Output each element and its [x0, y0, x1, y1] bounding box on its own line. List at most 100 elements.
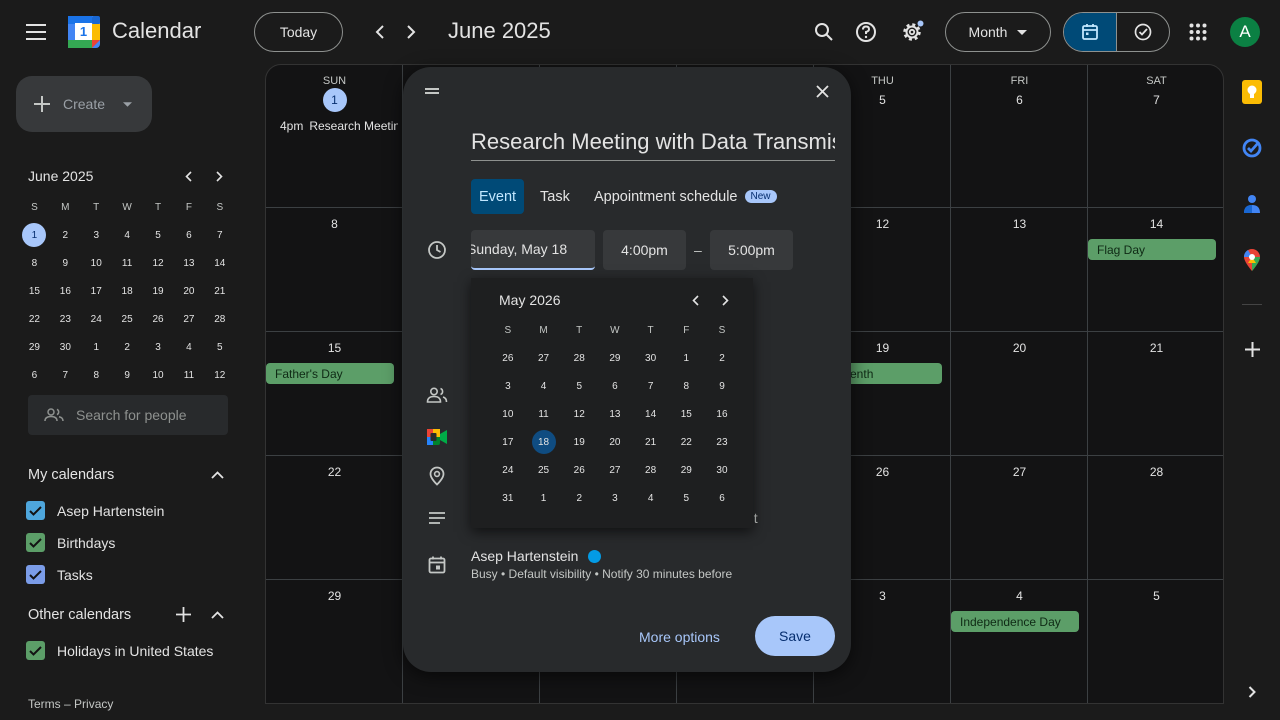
picker-day[interactable]: 30 [633, 344, 669, 372]
picker-day[interactable]: 4 [526, 372, 562, 400]
picker-day[interactable]: 21 [633, 428, 669, 456]
picker-day[interactable]: 19 [561, 428, 597, 456]
day-number[interactable]: 29 [266, 589, 403, 603]
picker-day[interactable]: 5 [668, 484, 704, 512]
picker-day[interactable]: 12 [561, 400, 597, 428]
day-number[interactable]: 21 [1088, 341, 1223, 355]
picker-day[interactable]: 3 [490, 372, 526, 400]
mini-day[interactable]: 12 [143, 249, 174, 277]
mini-prev-month-button[interactable] [176, 164, 200, 188]
picker-day[interactable]: 25 [526, 456, 562, 484]
calendar-item-asep[interactable]: Asep Hartenstein [26, 501, 164, 520]
picker-day[interactable]: 11 [526, 400, 562, 428]
calendar-item-holidays-us[interactable]: Holidays in United States [26, 641, 213, 660]
event-chip-independence-day[interactable]: Independence Day [951, 611, 1079, 632]
day-number-today[interactable]: 1 [266, 88, 403, 112]
picker-day[interactable]: 1 [526, 484, 562, 512]
mini-day[interactable]: 7 [50, 361, 81, 389]
checkbox-icon[interactable] [26, 565, 45, 584]
today-button[interactable]: Today [254, 12, 343, 52]
tasks-view-toggle[interactable] [1117, 13, 1169, 51]
expand-side-panel-button[interactable] [1238, 678, 1266, 706]
picker-day[interactable]: 10 [490, 400, 526, 428]
mini-day[interactable]: 22 [19, 305, 50, 333]
close-dialog-button[interactable] [806, 77, 838, 105]
privacy-link[interactable]: Privacy [74, 697, 113, 711]
search-button[interactable] [804, 12, 844, 52]
picker-day-selected[interactable]: 18 [526, 428, 562, 456]
mini-day[interactable]: 23 [50, 305, 81, 333]
dialog-drag-handle[interactable] [422, 81, 442, 101]
mini-day[interactable]: 26 [143, 305, 174, 333]
get-addons-button[interactable] [1238, 335, 1266, 363]
day-number[interactable]: 6 [951, 93, 1088, 107]
day-number[interactable]: 22 [266, 465, 403, 479]
mini-day[interactable]: 3 [143, 333, 174, 361]
picker-day[interactable]: 6 [597, 372, 633, 400]
contacts-app-button[interactable] [1238, 190, 1266, 218]
owner-details[interactable]: Busy • Default visibility • Notify 30 mi… [471, 567, 732, 581]
picker-day[interactable]: 28 [561, 344, 597, 372]
my-calendars-collapse-button[interactable] [205, 463, 229, 487]
picker-day[interactable]: 26 [561, 456, 597, 484]
picker-next-month-button[interactable] [713, 288, 737, 312]
tab-task[interactable]: Task [540, 179, 570, 214]
mini-day[interactable]: 12 [204, 361, 235, 389]
calendar-item-tasks[interactable]: Tasks [26, 565, 93, 584]
mini-day[interactable]: 25 [112, 305, 143, 333]
mini-day[interactable]: 2 [50, 221, 81, 249]
mini-day[interactable]: 30 [50, 333, 81, 361]
day-number[interactable]: 27 [951, 465, 1088, 479]
mini-day[interactable]: 21 [204, 277, 235, 305]
main-menu-button[interactable] [16, 12, 56, 52]
search-people-input[interactable]: Search for people [28, 395, 228, 435]
picker-day[interactable]: 28 [633, 456, 669, 484]
mini-day[interactable]: 9 [50, 249, 81, 277]
mini-day[interactable]: 10 [143, 361, 174, 389]
mini-day[interactable]: 18 [112, 277, 143, 305]
create-button[interactable]: Create [16, 76, 152, 132]
event-chip-research-meeting[interactable]: 4pm Research Meeting with Data Transmiss… [274, 119, 398, 133]
mini-day[interactable]: 11 [112, 249, 143, 277]
picker-day[interactable]: 29 [668, 456, 704, 484]
picker-day[interactable]: 2 [561, 484, 597, 512]
day-number[interactable]: 5 [1088, 589, 1223, 603]
day-number[interactable]: 7 [1088, 93, 1223, 107]
more-options-button[interactable]: More options [639, 617, 720, 657]
picker-day[interactable]: 13 [597, 400, 633, 428]
mini-next-month-button[interactable] [207, 164, 231, 188]
mini-day[interactable]: 5 [204, 333, 235, 361]
day-number[interactable]: 14 [1088, 217, 1223, 231]
picker-day[interactable]: 17 [490, 428, 526, 456]
picker-day[interactable]: 5 [561, 372, 597, 400]
mini-day[interactable]: 14 [204, 249, 235, 277]
mini-day[interactable]: 19 [143, 277, 174, 305]
checkbox-icon[interactable] [26, 501, 45, 520]
checkbox-icon[interactable] [26, 641, 45, 660]
picker-day[interactable]: 23 [704, 428, 740, 456]
mini-day[interactable]: 28 [204, 305, 235, 333]
picker-day[interactable]: 8 [668, 372, 704, 400]
day-number[interactable]: 28 [1088, 465, 1223, 479]
picker-day[interactable]: 9 [704, 372, 740, 400]
picker-day[interactable]: 27 [597, 456, 633, 484]
next-period-button[interactable] [395, 16, 427, 48]
mini-day[interactable]: 13 [173, 249, 204, 277]
mini-day[interactable]: 24 [81, 305, 112, 333]
apps-launcher-button[interactable] [1178, 12, 1218, 52]
mini-day[interactable]: 15 [19, 277, 50, 305]
end-time-field[interactable]: 5:00pm [710, 230, 793, 270]
mini-day[interactable]: 10 [81, 249, 112, 277]
settings-button[interactable] [892, 12, 932, 52]
picker-day[interactable]: 1 [668, 344, 704, 372]
mini-day[interactable]: 4 [173, 333, 204, 361]
mini-day[interactable]: 3 [81, 221, 112, 249]
mini-day-today[interactable]: 1 [19, 221, 50, 249]
picker-day[interactable]: 14 [633, 400, 669, 428]
picker-day[interactable]: 30 [704, 456, 740, 484]
previous-period-button[interactable] [364, 16, 396, 48]
picker-day[interactable]: 22 [668, 428, 704, 456]
mini-day[interactable]: 4 [112, 221, 143, 249]
picker-day[interactable]: 24 [490, 456, 526, 484]
date-field[interactable]: Sunday, May 18 [471, 230, 595, 270]
